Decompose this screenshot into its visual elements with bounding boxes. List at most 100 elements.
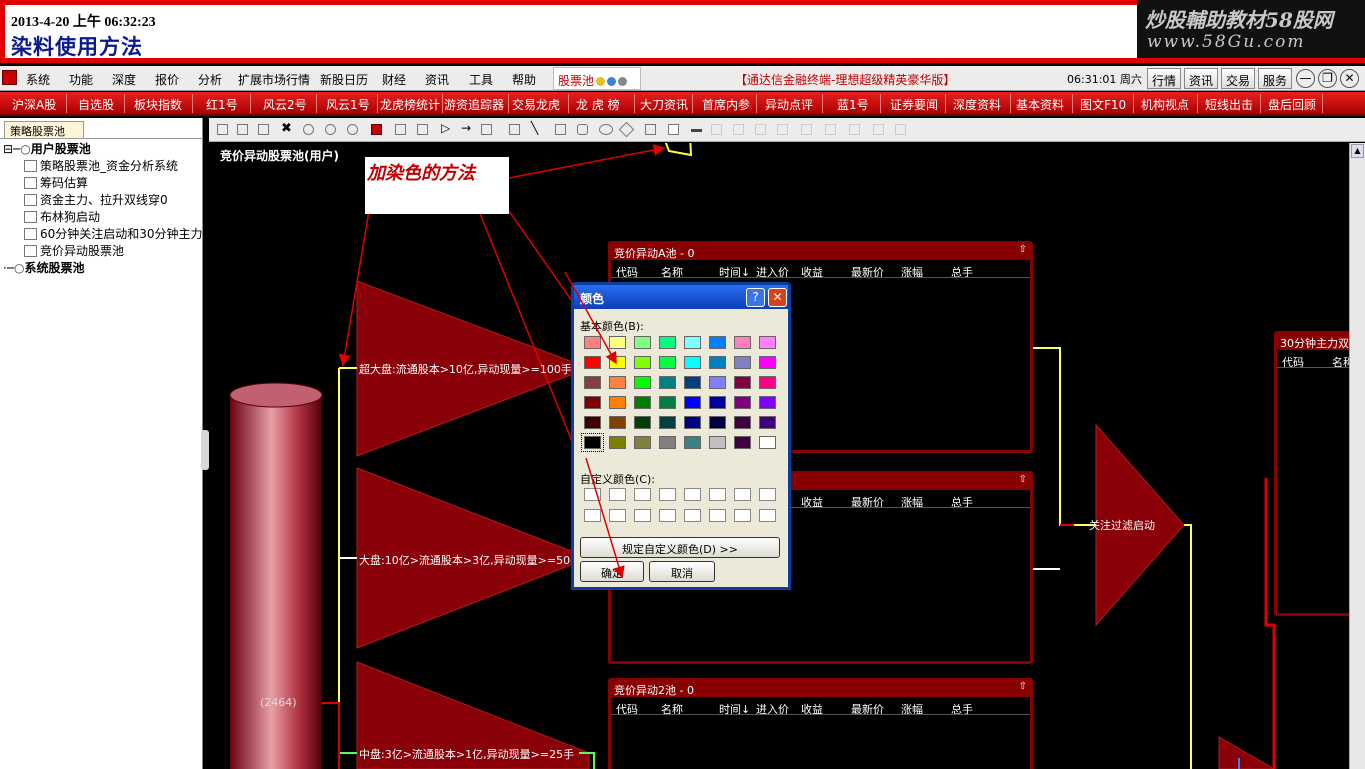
color-swatch[interactable]	[709, 436, 726, 449]
align-icon[interactable]	[873, 124, 884, 135]
triangle-icon[interactable]: ▷	[441, 121, 452, 135]
quotes-button[interactable]: 行情	[1147, 68, 1182, 89]
custom-color-swatch[interactable]	[634, 488, 651, 501]
tree-group-system-pools[interactable]: ·─○系统股票池	[3, 259, 85, 276]
color-swatch[interactable]	[659, 436, 676, 449]
custom-color-swatch[interactable]	[759, 509, 776, 522]
color-swatch[interactable]	[684, 376, 701, 389]
app-logo-icon[interactable]	[2, 70, 17, 85]
tree-item[interactable]: 筹码估算	[24, 174, 88, 191]
tab-item[interactable]: 深度资料	[953, 96, 1001, 113]
new-icon[interactable]	[217, 124, 228, 135]
menu-system[interactable]: 系统	[26, 71, 50, 88]
tab-item[interactable]: 板块指数	[134, 96, 182, 113]
tab-item[interactable]: 异动点评	[765, 96, 813, 113]
color-swatch[interactable]	[759, 436, 776, 449]
tab-item[interactable]: 机构视点	[1141, 96, 1189, 113]
color-swatch[interactable]	[684, 336, 701, 349]
tab-item[interactable]: 证券要闻	[890, 96, 938, 113]
menu-function[interactable]: 功能	[69, 71, 93, 88]
menu-news[interactable]: 资讯	[425, 71, 449, 88]
tree-group-user-pools[interactable]: ⊟─○用户股票池	[3, 140, 91, 157]
tab-item[interactable]: 龙 虎 榜	[576, 96, 620, 113]
menu-finance[interactable]: 财经	[382, 71, 406, 88]
color-swatch[interactable]	[584, 336, 601, 349]
tab-stock-pool[interactable]: 股票池	[553, 67, 641, 90]
color-swatch[interactable]	[659, 356, 676, 369]
menu-extended-market[interactable]: 扩展市场行情	[238, 71, 310, 88]
tab-item[interactable]: 蓝1号	[837, 96, 869, 113]
close-icon[interactable]: ✕	[1340, 69, 1359, 88]
stock-pool-panel-30min[interactable]: 30分钟主力双 代码 名称	[1274, 331, 1349, 616]
menu-ipo-calendar[interactable]: 新股日历	[320, 71, 368, 88]
color-swatch[interactable]	[684, 436, 701, 449]
color-swatch[interactable]	[734, 396, 751, 409]
diamond-icon[interactable]	[618, 121, 635, 138]
color-swatch[interactable]	[659, 416, 676, 429]
stock-pool-panel-2[interactable]: 竞价异动2池 - 0 ⇧ 代码 名称 时间↓ 进入价 收益 最新价 涨幅 总手	[608, 678, 1033, 769]
custom-color-swatch[interactable]	[734, 509, 751, 522]
color-swatch[interactable]	[584, 376, 601, 389]
color-swatch[interactable]	[759, 416, 776, 429]
color-swatch[interactable]	[709, 356, 726, 369]
custom-color-swatch[interactable]	[584, 488, 601, 501]
color-swatch[interactable]	[684, 416, 701, 429]
menu-help[interactable]: 帮助	[512, 71, 536, 88]
collapse-icon[interactable]: ⇧	[1019, 244, 1027, 255]
custom-color-swatch[interactable]	[709, 509, 726, 522]
align-icon[interactable]	[801, 124, 812, 135]
color-swatch[interactable]	[759, 376, 776, 389]
custom-color-swatch[interactable]	[709, 488, 726, 501]
custom-color-swatch[interactable]	[659, 488, 676, 501]
color-swatch[interactable]	[584, 416, 601, 429]
stock-database-cylinder[interactable]	[230, 395, 322, 769]
trash-icon[interactable]	[645, 124, 656, 135]
color-swatch[interactable]	[634, 436, 651, 449]
color-swatch[interactable]	[634, 416, 651, 429]
trade-button[interactable]: 交易	[1221, 68, 1256, 89]
node-label-filter[interactable]: 关注过滤启动	[1089, 517, 1155, 533]
tab-item[interactable]: 首席内参	[702, 96, 750, 113]
color-swatch[interactable]	[684, 396, 701, 409]
custom-color-swatch[interactable]	[634, 509, 651, 522]
tree-item[interactable]: 60分钟关注启动和30分钟主力	[24, 225, 203, 242]
color-swatch[interactable]	[609, 356, 626, 369]
stop-icon[interactable]	[347, 124, 358, 135]
color-swatch[interactable]	[634, 376, 651, 389]
color-swatch[interactable]	[584, 356, 601, 369]
menu-depth[interactable]: 深度	[112, 71, 136, 88]
align-icon[interactable]	[895, 124, 906, 135]
align-icon[interactable]	[711, 124, 722, 135]
close-dot-icon[interactable]	[618, 77, 628, 86]
color-swatch[interactable]	[734, 376, 751, 389]
splitter-handle[interactable]	[201, 430, 209, 470]
news-button[interactable]: 资讯	[1184, 68, 1219, 89]
pause-icon[interactable]	[325, 124, 336, 135]
arrow-icon[interactable]: →	[461, 121, 472, 135]
custom-color-swatch[interactable]	[684, 509, 701, 522]
menu-analysis[interactable]: 分析	[198, 71, 222, 88]
color-swatch[interactable]	[609, 376, 626, 389]
ok-button[interactable]: 确定	[580, 561, 644, 582]
select-pointer-icon[interactable]	[371, 124, 382, 135]
tree-item[interactable]: 布林狗启动	[24, 208, 100, 225]
collapse-icon[interactable]: ⇧	[1019, 474, 1027, 485]
color-swatch[interactable]	[584, 396, 601, 409]
group-icon[interactable]	[481, 124, 492, 135]
align-icon[interactable]	[849, 124, 860, 135]
color-swatch[interactable]	[734, 416, 751, 429]
tab-item[interactable]: 盘后回顾	[1268, 96, 1316, 113]
color-swatch[interactable]	[759, 396, 776, 409]
tab-item[interactable]: 图文F10	[1080, 96, 1126, 113]
custom-color-swatch[interactable]	[684, 488, 701, 501]
tab-item[interactable]: 风云1号	[326, 96, 370, 113]
menu-tools[interactable]: 工具	[469, 71, 493, 88]
color-swatch[interactable]	[609, 336, 626, 349]
color-swatch[interactable]	[734, 356, 751, 369]
minimize-icon[interactable]: —	[1296, 69, 1315, 88]
color-swatch[interactable]	[709, 336, 726, 349]
define-custom-colors-button[interactable]: 规定自定义颜色(D) >>	[580, 537, 780, 558]
node-label-large[interactable]: 大盘:10亿>流通股本>3亿,异动现量>=50手	[359, 552, 581, 568]
help-icon[interactable]: ?	[746, 288, 765, 307]
tab-item[interactable]: 游资追踪器	[444, 96, 504, 113]
